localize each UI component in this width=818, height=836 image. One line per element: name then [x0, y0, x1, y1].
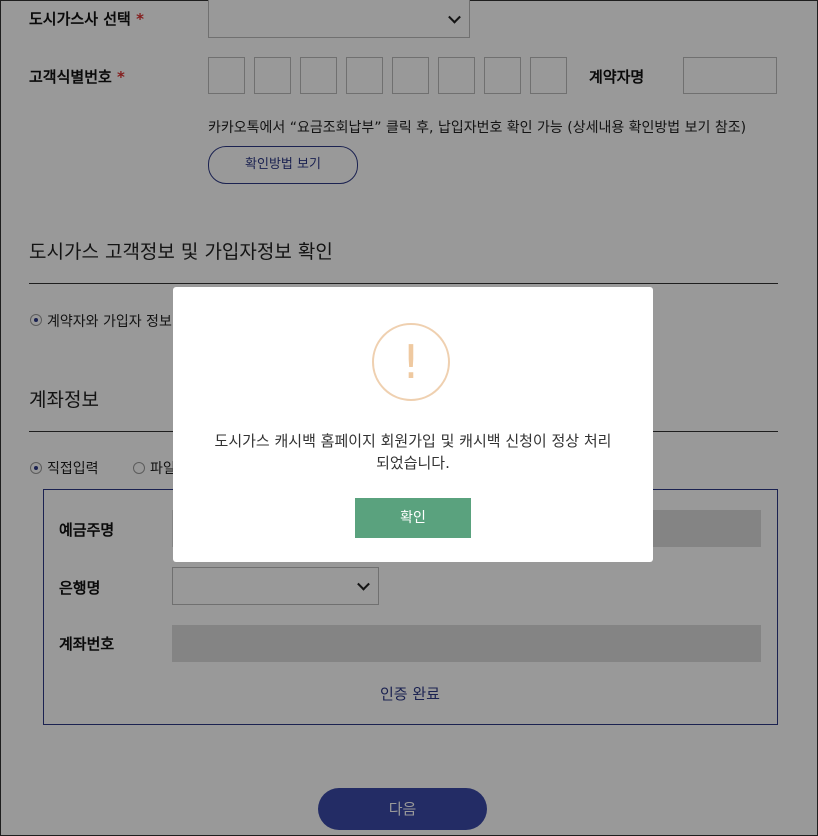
modal-message: 도시가스 캐시백 홈페이지 회원가입 및 캐시백 신청이 정상 처리 되었습니다… — [193, 430, 633, 474]
confirm-button[interactable]: 확인 — [355, 498, 471, 538]
modal-message-line-2: 되었습니다. — [376, 454, 450, 472]
alert-modal: ! 도시가스 캐시백 홈페이지 회원가입 및 캐시백 신청이 정상 처리 되었습… — [173, 287, 653, 562]
exclamation-icon: ! — [372, 323, 450, 401]
modal-message-line-1: 도시가스 캐시백 홈페이지 회원가입 및 캐시백 신청이 정상 처리 — [214, 432, 612, 450]
